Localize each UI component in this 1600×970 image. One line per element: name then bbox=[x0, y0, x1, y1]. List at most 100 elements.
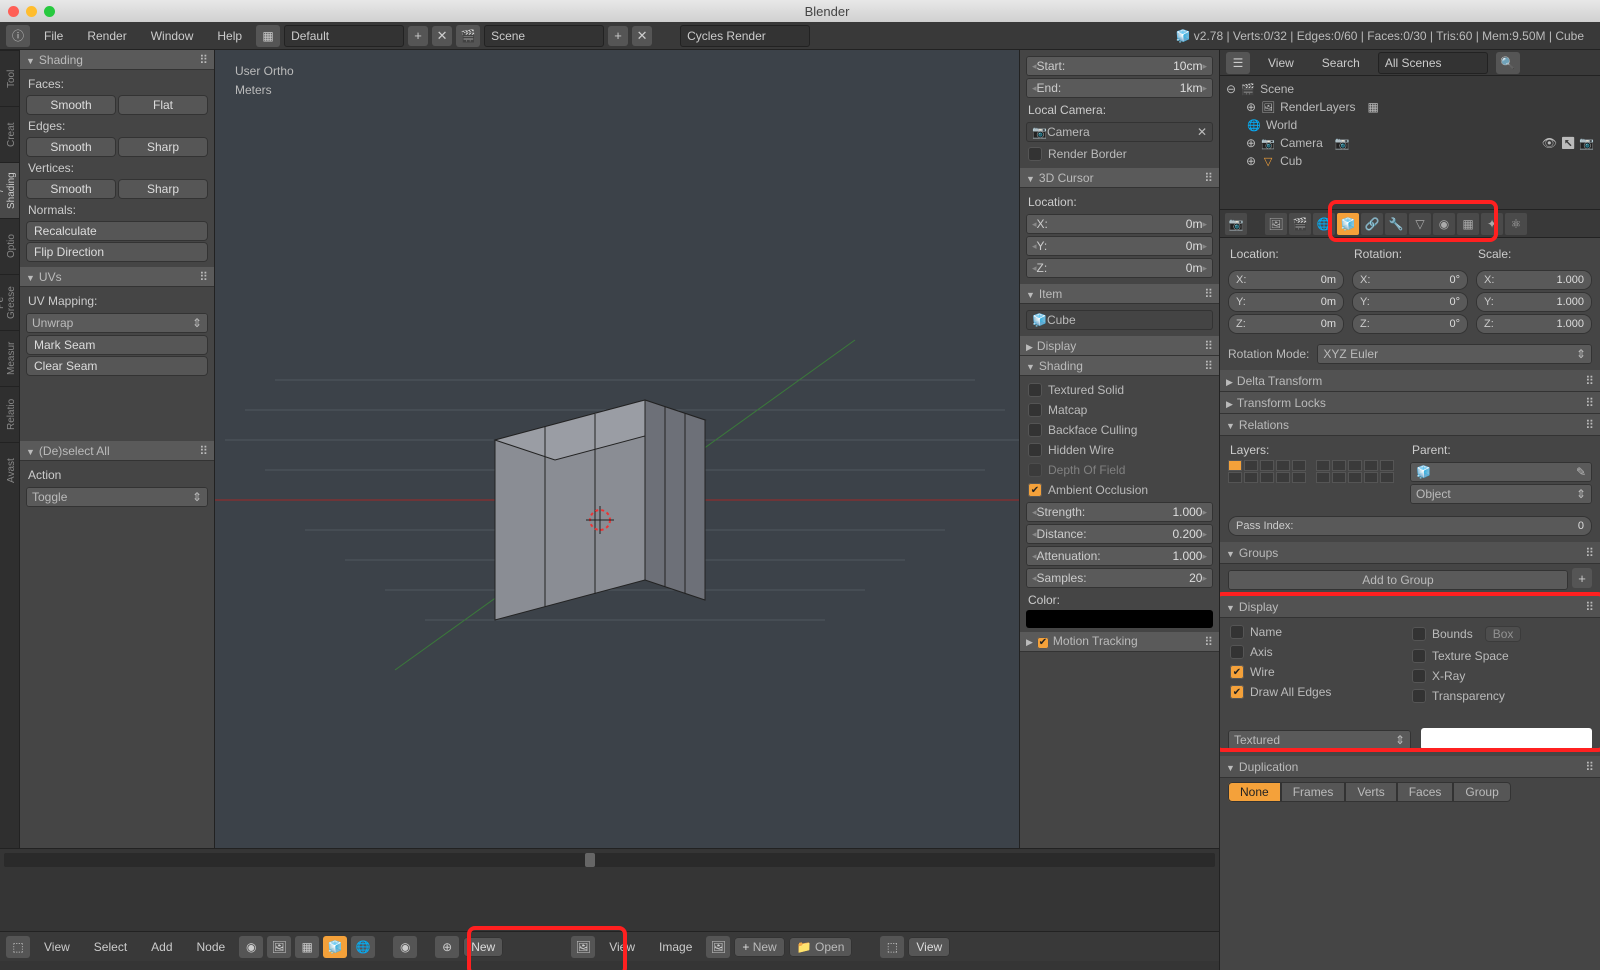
flip-direction-button[interactable]: Flip Direction bbox=[26, 242, 208, 262]
faces-flat-button[interactable]: Flat bbox=[118, 95, 208, 115]
relations-header[interactable]: ▼Relations⠿ bbox=[1220, 414, 1600, 436]
object-color[interactable] bbox=[1421, 728, 1592, 750]
compositor-type-icon[interactable]: 🖼 bbox=[267, 936, 291, 958]
display-texspace-checkbox[interactable]: Texture Space bbox=[1410, 646, 1592, 666]
faces-smooth-button[interactable]: Smooth bbox=[26, 95, 116, 115]
menu-file[interactable]: File bbox=[34, 26, 73, 46]
tree-scene[interactable]: ⊖🎬Scene bbox=[1226, 80, 1594, 98]
layout-dropdown[interactable]: Default bbox=[284, 25, 404, 47]
color-swatch[interactable] bbox=[1026, 610, 1213, 628]
layout-add-button[interactable]: + bbox=[408, 26, 428, 46]
display-transparency-checkbox[interactable]: Transparency bbox=[1410, 686, 1592, 706]
dup-verts[interactable]: Verts bbox=[1345, 782, 1396, 802]
parent-type[interactable]: Object⇕ bbox=[1410, 484, 1592, 504]
tab-render-icon[interactable]: 📷 bbox=[1225, 213, 1247, 235]
loc-z[interactable]: Z:0m bbox=[1228, 314, 1344, 334]
minimize-icon[interactable] bbox=[26, 6, 37, 17]
scale-y[interactable]: Y:1.000 bbox=[1476, 292, 1592, 312]
texture-type-icon[interactable]: ▦ bbox=[295, 936, 319, 958]
img-image[interactable]: Image bbox=[649, 937, 702, 957]
render-engine-dropdown[interactable]: Cycles Render bbox=[680, 25, 810, 47]
scene-add-button[interactable]: + bbox=[608, 26, 628, 46]
action-dropdown[interactable]: Toggle⇕ bbox=[26, 487, 208, 507]
image-editor-icon[interactable]: 🖼 bbox=[571, 936, 595, 958]
scene-icon[interactable]: 🎬 bbox=[456, 25, 480, 47]
img-open-button[interactable]: 📁 Open bbox=[789, 937, 853, 957]
node-editor-icon[interactable]: ⬚ bbox=[6, 936, 30, 958]
drawtype-dropdown[interactable]: Textured⇕ bbox=[1228, 730, 1411, 750]
display-drawedges-checkbox[interactable]: ✔Draw All Edges bbox=[1228, 682, 1410, 702]
img-view[interactable]: View bbox=[599, 937, 645, 957]
end-field[interactable]: ◂ End:1km ▸ bbox=[1026, 78, 1213, 98]
ao-attenuation[interactable]: ◂ Attenuation:1.000 ▸ bbox=[1026, 546, 1213, 566]
outliner-view[interactable]: View bbox=[1258, 53, 1304, 73]
close-icon[interactable] bbox=[8, 6, 19, 17]
img-browse-icon[interactable]: 🖼 bbox=[706, 936, 730, 958]
node-node[interactable]: Node bbox=[187, 937, 236, 957]
outliner-editor-icon[interactable]: ☰ bbox=[1226, 52, 1250, 74]
node-select[interactable]: Select bbox=[84, 937, 137, 957]
zoom-icon[interactable] bbox=[44, 6, 55, 17]
parent-field[interactable]: 🧊✎ bbox=[1410, 462, 1592, 482]
tree-camera[interactable]: ⊕📷Camera📷👁 ↖ 📷 bbox=[1226, 134, 1594, 152]
tab-particles-icon[interactable]: ✦ bbox=[1481, 213, 1503, 235]
loc-y[interactable]: Y:0m bbox=[1228, 292, 1344, 312]
textured-solid-checkbox[interactable]: Textured Solid bbox=[1026, 380, 1213, 400]
outliner-mode-dropdown[interactable]: All Scenes bbox=[1378, 52, 1488, 74]
dup-none[interactable]: None bbox=[1228, 782, 1281, 802]
verts-smooth-button[interactable]: Smooth bbox=[26, 179, 116, 199]
object-shader-icon[interactable]: 🧊 bbox=[323, 936, 347, 958]
edges-sharp-button[interactable]: Sharp bbox=[118, 137, 208, 157]
world-shader-icon[interactable]: 🌐 bbox=[351, 936, 375, 958]
layers-grid[interactable] bbox=[1228, 460, 1394, 483]
unwrap-dropdown[interactable]: Unwrap⇕ bbox=[26, 313, 208, 333]
tab-modifiers-icon[interactable]: 🔧 bbox=[1385, 213, 1407, 235]
groups-header[interactable]: ▼Groups⠿ bbox=[1220, 542, 1600, 564]
menu-help[interactable]: Help bbox=[207, 26, 252, 46]
shading-panel-header-n[interactable]: ▼Shading⠿ bbox=[1020, 356, 1219, 376]
dup-group[interactable]: Group bbox=[1453, 782, 1510, 802]
tree-world[interactable]: 🌐World bbox=[1226, 116, 1594, 134]
render-border-checkbox[interactable]: Render Border bbox=[1026, 144, 1213, 164]
ao-samples[interactable]: ◂ Samples:20 ▸ bbox=[1026, 568, 1213, 588]
item-panel-header[interactable]: ▼Item⠿ bbox=[1020, 284, 1219, 304]
item-name-field[interactable]: 🧊 Cube bbox=[1026, 310, 1213, 330]
duplication-header[interactable]: ▼Duplication⠿ bbox=[1220, 756, 1600, 778]
clear-seam-button[interactable]: Clear Seam bbox=[26, 356, 208, 376]
tab-create[interactable]: Creat bbox=[0, 106, 19, 162]
uv-slot-icon[interactable]: ⬚ bbox=[880, 936, 904, 958]
cursor-y[interactable]: ◂ Y:0m ▸ bbox=[1026, 236, 1213, 256]
tab-measure[interactable]: Measur bbox=[0, 330, 19, 386]
tab-object-icon[interactable]: 🧊 bbox=[1337, 213, 1359, 235]
tab-options[interactable]: Optio bbox=[0, 218, 19, 274]
rotmode-dropdown[interactable]: XYZ Euler⇕ bbox=[1317, 344, 1592, 364]
backface-culling-checkbox[interactable]: Backface Culling bbox=[1026, 420, 1213, 440]
search-icon[interactable]: 🔍 bbox=[1496, 52, 1520, 74]
material-slot-icon[interactable]: ◉ bbox=[393, 936, 417, 958]
info-editor-icon[interactable]: ⓘ bbox=[6, 25, 30, 47]
verts-sharp-button[interactable]: Sharp bbox=[118, 179, 208, 199]
camera-field[interactable]: 📷 Camera✕ bbox=[1026, 122, 1213, 142]
tab-scene-icon[interactable]: 🎬 bbox=[1289, 213, 1311, 235]
ao-distance[interactable]: ◂ Distance:0.200 ▸ bbox=[1026, 524, 1213, 544]
rot-z[interactable]: Z:0° bbox=[1352, 314, 1468, 334]
add-to-group-button[interactable]: Add to Group bbox=[1228, 570, 1568, 590]
start-field[interactable]: ◂ Start:10cm ▸ bbox=[1026, 56, 1213, 76]
pass-index[interactable]: Pass Index:0 bbox=[1228, 516, 1592, 536]
display-header[interactable]: ▼Display⠿ bbox=[1220, 596, 1600, 618]
uvs-panel-header[interactable]: ▼UVs⠿ bbox=[20, 267, 214, 287]
shading-panel-header[interactable]: ▼Shading⠿ bbox=[20, 50, 214, 70]
ao-strength[interactable]: ◂ Strength:1.000 ▸ bbox=[1026, 502, 1213, 522]
tab-physics-icon[interactable]: ⚛ bbox=[1505, 213, 1527, 235]
outliner-search[interactable]: Search bbox=[1312, 53, 1370, 73]
tab-texture-icon[interactable]: ▦ bbox=[1457, 213, 1479, 235]
img-new-button[interactable]: + New bbox=[734, 937, 784, 957]
tab-tool[interactable]: Tool bbox=[0, 50, 19, 106]
dup-frames[interactable]: Frames bbox=[1281, 782, 1346, 802]
node-view[interactable]: View bbox=[34, 937, 80, 957]
scene-dropdown[interactable]: Scene bbox=[484, 25, 604, 47]
scale-x[interactable]: X:1.000 bbox=[1476, 270, 1592, 290]
display-wire-checkbox[interactable]: ✔Wire bbox=[1228, 662, 1410, 682]
edges-smooth-button[interactable]: Smooth bbox=[26, 137, 116, 157]
menu-window[interactable]: Window bbox=[141, 26, 204, 46]
